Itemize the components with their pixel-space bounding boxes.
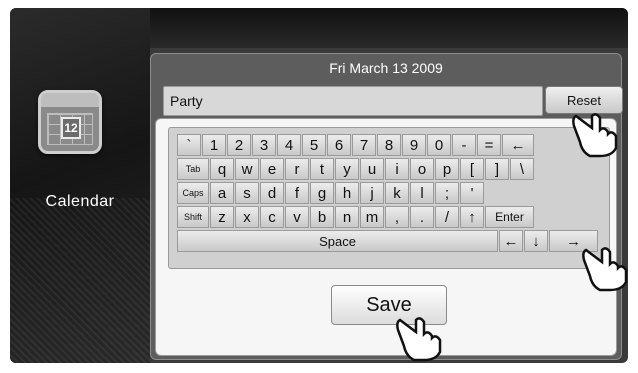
key-p[interactable]: p <box>435 158 459 180</box>
key-equals[interactable]: = <box>477 134 501 156</box>
key-semicolon[interactable]: ; <box>435 182 459 204</box>
key-2[interactable]: 2 <box>227 134 251 156</box>
key-close-bracket[interactable]: ] <box>485 158 509 180</box>
pointing-hand-icon <box>570 102 622 158</box>
calendar-label: Calendar <box>45 193 115 210</box>
key-arrow-up[interactable]: ↑ <box>460 206 484 228</box>
key-i[interactable]: i <box>385 158 409 180</box>
key-c[interactable]: c <box>260 206 284 228</box>
key-j[interactable]: j <box>360 182 384 204</box>
key-x[interactable]: x <box>235 206 259 228</box>
key-d[interactable]: d <box>260 182 284 204</box>
key-h[interactable]: h <box>335 182 359 204</box>
key-7[interactable]: 7 <box>352 134 376 156</box>
key-3[interactable]: 3 <box>252 134 276 156</box>
key-t[interactable]: t <box>310 158 334 180</box>
on-screen-keyboard: ` 1 2 3 4 5 6 7 8 9 0 - = ← Tab q w e r … <box>168 127 610 269</box>
key-f[interactable]: f <box>285 182 309 204</box>
keyboard-panel: ` 1 2 3 4 5 6 7 8 9 0 - = ← Tab q w e r … <box>155 118 617 356</box>
key-backspace[interactable]: ← <box>502 134 534 156</box>
key-k[interactable]: k <box>385 182 409 204</box>
key-o[interactable]: o <box>410 158 434 180</box>
key-arrow-left[interactable]: ← <box>499 230 523 252</box>
event-name-field[interactable]: Party <box>163 86 543 116</box>
key-y[interactable]: y <box>335 158 359 180</box>
sidebar: 12 Calendar <box>10 8 150 363</box>
key-s[interactable]: s <box>235 182 259 204</box>
keyboard-row-2: Tab q w e r t y u i o p [ ] \ <box>177 158 535 180</box>
key-l[interactable]: l <box>410 182 434 204</box>
device-screen: 12 Calendar Fri March 13 2009 Party Rese… <box>10 8 628 363</box>
key-9[interactable]: 9 <box>402 134 426 156</box>
key-z[interactable]: z <box>210 206 234 228</box>
key-arrow-down[interactable]: ↓ <box>524 230 548 252</box>
key-v[interactable]: v <box>285 206 309 228</box>
key-caps[interactable]: Caps <box>177 182 209 204</box>
key-minus[interactable]: - <box>452 134 476 156</box>
calendar-icon-header <box>41 93 99 107</box>
key-1[interactable]: 1 <box>202 134 226 156</box>
key-shift[interactable]: Shift <box>177 206 209 228</box>
keyboard-row-4: Shift z x c v b n m , . / ↑ Enter <box>177 206 535 228</box>
key-slash[interactable]: / <box>435 206 459 228</box>
date-header: Fri March 13 2009 <box>329 60 443 76</box>
key-0[interactable]: 0 <box>427 134 451 156</box>
key-8[interactable]: 8 <box>377 134 401 156</box>
key-open-bracket[interactable]: [ <box>460 158 484 180</box>
key-5[interactable]: 5 <box>302 134 326 156</box>
key-r[interactable]: r <box>285 158 309 180</box>
top-strip <box>150 8 628 48</box>
keyboard-row-1: ` 1 2 3 4 5 6 7 8 9 0 - = ← <box>177 134 535 156</box>
key-space[interactable]: Space <box>177 230 498 252</box>
key-w[interactable]: w <box>235 158 259 180</box>
key-q[interactable]: q <box>210 158 234 180</box>
key-n[interactable]: n <box>335 206 359 228</box>
pointing-hand-icon <box>394 306 446 362</box>
key-6[interactable]: 6 <box>327 134 351 156</box>
key-u[interactable]: u <box>360 158 384 180</box>
key-4[interactable]: 4 <box>277 134 301 156</box>
key-enter[interactable]: Enter <box>485 206 534 228</box>
key-m[interactable]: m <box>360 206 384 228</box>
calendar-icon-number: 12 <box>61 117 81 139</box>
key-tab[interactable]: Tab <box>177 158 209 180</box>
key-quote[interactable]: ' <box>460 182 484 204</box>
pointing-hand-icon <box>580 236 628 292</box>
key-period[interactable]: . <box>410 206 434 228</box>
key-backslash[interactable]: \ <box>510 158 534 180</box>
key-a[interactable]: a <box>210 182 234 204</box>
event-panel: Fri March 13 2009 Party Reset ` 1 2 3 4 … <box>150 53 623 360</box>
key-e[interactable]: e <box>260 158 284 180</box>
key-backtick[interactable]: ` <box>177 134 201 156</box>
calendar-icon[interactable]: 12 <box>38 90 102 154</box>
key-b[interactable]: b <box>310 206 334 228</box>
keyboard-row-3: Caps a s d f g h j k l ; ' <box>177 182 485 204</box>
key-g[interactable]: g <box>310 182 334 204</box>
keyboard-row-5: Space ← ↓ → <box>177 230 599 252</box>
key-comma[interactable]: , <box>385 206 409 228</box>
